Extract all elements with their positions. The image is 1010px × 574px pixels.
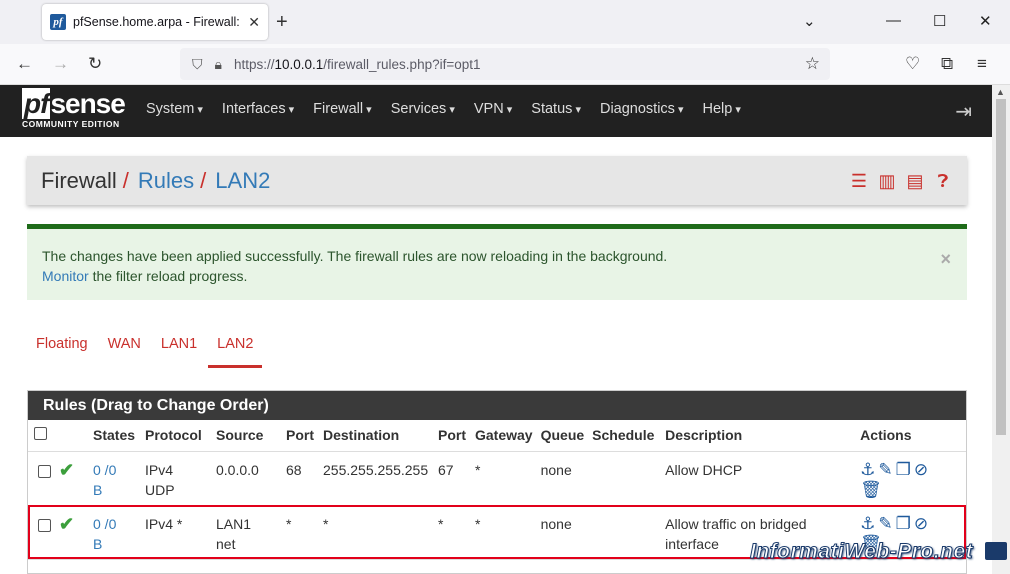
url-bar[interactable]: ⛉ 🔒︎ https://10.0.0.1/firewall_rules.php… <box>180 48 830 80</box>
col-description[interactable]: Description <box>661 420 857 452</box>
col-schedule[interactable]: Schedule <box>588 420 662 452</box>
table-row[interactable]: ✔ 0 /0 B IPv4 UDP 0.0.0.0 68 255.255.255.2… <box>28 451 966 506</box>
states-link[interactable]: 0 /0 B <box>93 516 116 552</box>
col-dport[interactable]: Port <box>434 420 471 452</box>
pfsense-favicon-icon: pf <box>50 14 66 30</box>
lock-icon[interactable]: 🔒︎ <box>215 56 222 73</box>
edit-pencil-icon[interactable]: ✎ <box>878 514 892 534</box>
menu-interfaces[interactable]: Interfaces <box>222 101 294 117</box>
menu-firewall[interactable]: Firewall <box>313 101 372 117</box>
menu-icon[interactable]: ≡ <box>977 54 987 74</box>
col-states[interactable]: States <box>89 420 141 452</box>
alert-line1: The changes have been applied successful… <box>42 248 668 264</box>
pfsense-logo[interactable]: pfsense COMMUNITY EDITION <box>22 88 132 133</box>
close-window-icon[interactable]: ✕ <box>979 12 992 30</box>
shield-icon[interactable]: ⛉ <box>192 56 203 73</box>
new-tab-icon[interactable]: + <box>276 11 288 34</box>
col-actions: Actions <box>856 420 966 452</box>
alert-close-icon[interactable]: × <box>940 249 951 270</box>
menu-status[interactable]: Status <box>531 101 581 117</box>
extensions-icon[interactable]: ⧉ <box>941 54 953 74</box>
delete-trash-icon[interactable]: 🗑︎ <box>860 480 882 500</box>
pass-check-icon: ✔ <box>59 513 75 534</box>
help-circle-icon[interactable]: ❓︎ <box>933 171 953 191</box>
col-destination[interactable]: Destination <box>319 420 434 452</box>
tab-lan1[interactable]: LAN1 <box>152 336 206 368</box>
pfsense-header: pfsense COMMUNITY EDITION System Interfa… <box>0 85 992 137</box>
anchor-icon[interactable]: ⚓︎ <box>860 514 875 534</box>
bar-chart-icon[interactable]: ▥ <box>877 171 897 191</box>
browser-tabbar: pf pfSense.home.arpa - Firewall: Rules ✕… <box>0 0 1010 44</box>
logout-icon[interactable]: ⇥ <box>955 99 972 124</box>
edit-pencil-icon[interactable]: ✎ <box>878 460 892 480</box>
copy-icon[interactable]: ❐ <box>896 460 911 480</box>
forward-icon[interactable]: → <box>52 54 69 74</box>
tab-floating[interactable]: Floating <box>27 336 97 368</box>
disable-icon[interactable]: ⊘ <box>914 460 928 480</box>
menu-diagnostics[interactable]: Diagnostics <box>600 101 684 117</box>
copy-icon[interactable]: ❐ <box>896 514 911 534</box>
col-gateway[interactable]: Gateway <box>471 420 537 452</box>
menu-services[interactable]: Services <box>391 101 455 117</box>
watermark-text: InformatiWeb-Pro.net <box>749 540 974 564</box>
url-text: https://10.0.0.1/firewall_rules.php?if=o… <box>233 56 481 72</box>
tab-close-icon[interactable]: ✕ <box>248 14 260 31</box>
col-source[interactable]: Source <box>212 420 282 452</box>
list-icon[interactable]: ▤ <box>905 171 925 191</box>
success-alert: The changes have been applied successful… <box>27 224 967 300</box>
page-scrollbar[interactable]: ▲ <box>992 85 1010 574</box>
row-checkbox[interactable] <box>38 464 51 478</box>
list-tabs-icon[interactable]: ⌄ <box>803 12 816 30</box>
states-link[interactable]: 0 /0 B <box>93 462 116 498</box>
main-menu: System Interfaces Firewall Services VPN … <box>146 101 760 117</box>
row-checkbox[interactable] <box>38 518 51 532</box>
menu-system[interactable]: System <box>146 101 203 117</box>
select-all-checkbox[interactable] <box>34 427 47 441</box>
scroll-up-icon[interactable]: ▲ <box>996 87 1005 97</box>
breadcrumb-rules[interactable]: Rules <box>138 168 194 194</box>
col-port[interactable]: Port <box>282 420 319 452</box>
tab-title: pfSense.home.arpa - Firewall: Rules <box>73 15 241 29</box>
bookmark-star-icon[interactable]: ☆ <box>805 54 820 74</box>
pass-check-icon: ✔ <box>59 459 75 480</box>
reload-icon[interactable]: ↻ <box>88 54 102 74</box>
menu-vpn[interactable]: VPN <box>474 101 512 117</box>
maximize-icon[interactable]: ☐ <box>933 12 946 30</box>
tab-lan2[interactable]: LAN2 <box>208 336 263 368</box>
disable-icon[interactable]: ⊘ <box>914 514 928 534</box>
col-queue[interactable]: Queue <box>536 420 589 452</box>
menu-help[interactable]: Help <box>703 101 741 117</box>
browser-tab[interactable]: pf pfSense.home.arpa - Firewall: Rules ✕ <box>42 4 268 40</box>
back-icon[interactable]: ← <box>16 54 33 74</box>
pocket-icon[interactable]: ♡ <box>905 54 920 74</box>
monitor-link[interactable]: Monitor <box>42 268 89 284</box>
breadcrumb-firewall: Firewall <box>41 167 117 193</box>
breadcrumb-lan2[interactable]: LAN2 <box>215 168 270 194</box>
scroll-thumb[interactable] <box>996 99 1006 435</box>
rules-title: Rules (Drag to Change Order) <box>28 391 966 420</box>
col-protocol[interactable]: Protocol <box>141 420 212 452</box>
rules-table: States Protocol Source Port Destination … <box>28 420 966 560</box>
laptop-icon <box>985 542 1007 560</box>
sliders-icon[interactable]: ☰ <box>849 171 869 191</box>
breadcrumb: Firewall / Rules / LAN2 ☰ ▥ ▤ ❓︎ <box>27 156 967 205</box>
minimize-icon[interactable]: — <box>886 12 901 29</box>
tab-wan[interactable]: WAN <box>99 336 150 368</box>
anchor-icon[interactable]: ⚓︎ <box>860 460 875 480</box>
interface-tabs: Floating WAN LAN1 LAN2 <box>27 336 264 368</box>
browser-navbar: ← → ↻ ⛉ 🔒︎ https://10.0.0.1/firewall_rul… <box>0 44 1010 85</box>
